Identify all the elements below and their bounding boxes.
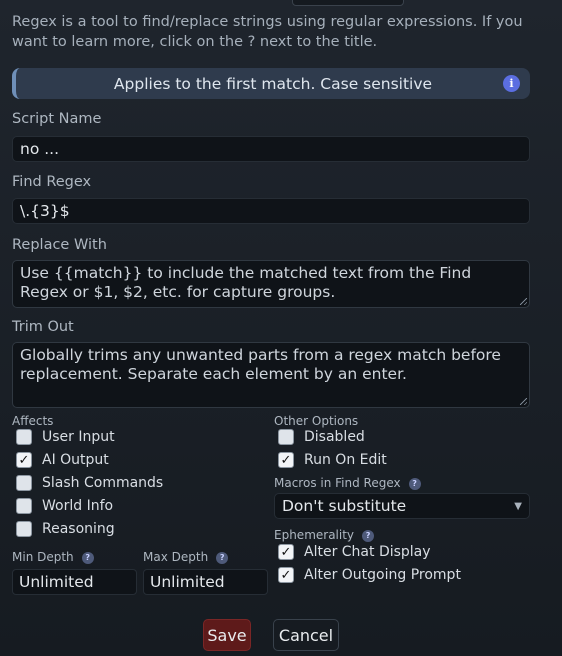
help-icon[interactable]: ?	[216, 551, 229, 564]
min-depth-input[interactable]: Unlimited	[12, 569, 137, 595]
find-regex-input[interactable]: \.{3}$	[12, 198, 530, 224]
macros-select-value: Don't substitute	[282, 497, 407, 515]
trim-out-label: Trim Out	[12, 319, 74, 335]
other-options-label: Other Options	[274, 414, 359, 428]
replace-with-placeholder: Use {{match}} to include the matched tex…	[20, 264, 472, 301]
intro-text: Regex is a tool to find/replace strings …	[12, 14, 523, 50]
min-depth-label-text: Min Depth	[12, 550, 74, 564]
ephemerality-label: Ephemerality?	[274, 528, 375, 542]
macros-select[interactable]: Don't substitute ▼	[274, 493, 530, 519]
cancel-button[interactable]: Cancel	[273, 619, 339, 651]
checkbox-label: Run On Edit	[304, 452, 387, 468]
script-name-input[interactable]: no ...	[12, 136, 530, 162]
affects-reasoning[interactable]: Reasoning	[16, 521, 115, 537]
min-depth-placeholder: Unlimited	[19, 573, 94, 591]
trim-out-placeholder: Globally trims any unwanted parts from a…	[20, 346, 501, 383]
max-depth-placeholder: Unlimited	[150, 573, 225, 591]
info-bar-text: Applies to the first match. Case sensiti…	[113, 74, 433, 93]
checkbox-label: Alter Outgoing Prompt	[304, 567, 461, 583]
script-name-label: Script Name	[12, 111, 102, 127]
resize-grip-icon[interactable]	[520, 398, 527, 405]
checkbox-label: Slash Commands	[42, 475, 164, 491]
checkbox-label: Alter Chat Display	[304, 544, 431, 560]
option-disabled[interactable]: Disabled	[278, 429, 365, 445]
checkbox-label: AI Output	[42, 452, 109, 468]
checkbox-label: Reasoning	[42, 521, 115, 537]
checkbox[interactable]	[16, 498, 32, 514]
checkbox-label: User Input	[42, 429, 115, 445]
chevron-down-icon: ▼	[514, 500, 522, 512]
checkbox-checked[interactable]: ✓	[278, 544, 294, 560]
checkbox-checked[interactable]: ✓	[16, 452, 32, 468]
top-input-stub[interactable]	[292, 0, 404, 6]
checkbox-checked[interactable]: ✓	[278, 567, 294, 583]
find-regex-label: Find Regex	[12, 174, 92, 190]
checkbox-checked[interactable]: ✓	[278, 452, 294, 468]
max-depth-label: Max Depth?	[143, 550, 229, 564]
resize-grip-icon[interactable]	[520, 298, 527, 305]
checkbox[interactable]	[16, 429, 32, 445]
help-icon[interactable]: ?	[362, 529, 375, 542]
affects-label: Affects	[12, 414, 54, 428]
ephemerality-alter-outgoing-prompt[interactable]: ✓ Alter Outgoing Prompt	[278, 567, 461, 583]
checkbox-label: World Info	[42, 498, 114, 514]
info-icon[interactable]: i	[503, 75, 520, 92]
replace-with-label: Replace With	[12, 237, 107, 253]
max-depth-label-text: Max Depth	[143, 550, 209, 564]
macros-label: Macros in Find Regex?	[274, 476, 421, 490]
macros-label-text: Macros in Find Regex	[274, 476, 401, 490]
affects-slash-commands[interactable]: Slash Commands	[16, 475, 163, 491]
script-name-value: no ...	[20, 140, 60, 158]
trim-out-textarea[interactable]: Globally trims any unwanted parts from a…	[12, 342, 530, 408]
ephemerality-label-text: Ephemerality	[274, 528, 355, 542]
help-icon[interactable]: ?	[81, 551, 94, 564]
find-regex-value: \.{3}$	[20, 202, 70, 220]
max-depth-input[interactable]: Unlimited	[143, 569, 268, 595]
checkbox-label: Disabled	[304, 429, 365, 445]
ephemerality-alter-chat-display[interactable]: ✓ Alter Chat Display	[278, 544, 431, 560]
option-run-on-edit[interactable]: ✓ Run On Edit	[278, 452, 387, 468]
affects-user-input[interactable]: User Input	[16, 429, 115, 445]
help-icon[interactable]: ?	[408, 477, 421, 490]
replace-with-textarea[interactable]: Use {{match}} to include the matched tex…	[12, 260, 530, 308]
save-button[interactable]: Save	[203, 619, 251, 651]
affects-world-info[interactable]: World Info	[16, 498, 113, 514]
checkbox[interactable]	[278, 429, 294, 445]
checkbox[interactable]	[16, 475, 32, 491]
affects-ai-output[interactable]: ✓ AI Output	[16, 452, 109, 468]
min-depth-label: Min Depth?	[12, 550, 94, 564]
info-bar: Applies to the first match. Case sensiti…	[12, 68, 530, 99]
checkbox[interactable]	[16, 521, 32, 537]
